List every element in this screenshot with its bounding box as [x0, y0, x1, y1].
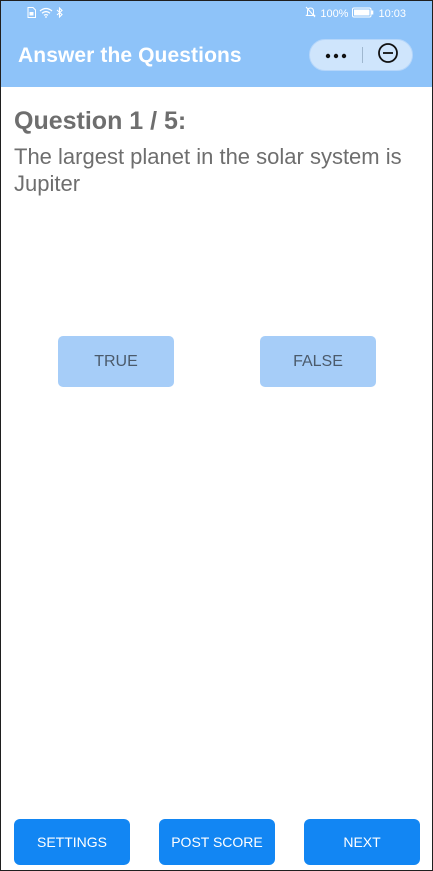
post-score-button[interactable]: POST SCORE [159, 819, 275, 865]
false-button[interactable]: FALSE [260, 336, 376, 387]
settings-button[interactable]: SETTINGS [14, 819, 130, 865]
app-bar: 100% 10:03 Answer the Questions [1, 1, 432, 87]
silent-bell-icon [305, 6, 317, 22]
question-text: The largest planet in the solar system i… [14, 144, 402, 196]
mini-program-capsule [309, 39, 413, 71]
more-button[interactable] [310, 40, 362, 70]
status-right: 100% 10:03 [305, 6, 406, 22]
status-left [27, 6, 64, 21]
next-button[interactable]: NEXT [304, 819, 420, 865]
close-circle-icon [377, 42, 399, 69]
true-button[interactable]: TRUE [58, 336, 174, 387]
more-icon [325, 46, 347, 64]
battery-icon [352, 7, 374, 22]
close-button[interactable] [363, 40, 413, 70]
sim-icon [27, 7, 36, 21]
page-title: Answer the Questions [18, 44, 242, 67]
wifi-icon [39, 7, 53, 21]
question-counter: Question 1 / 5: [14, 107, 187, 135]
status-bar: 100% 10:03 [1, 1, 432, 27]
clock: 10:03 [378, 8, 406, 20]
bluetooth-icon [56, 6, 64, 21]
screen: 100% 10:03 Answer the Questions Question… [0, 0, 433, 871]
battery-percent: 100% [320, 8, 349, 20]
